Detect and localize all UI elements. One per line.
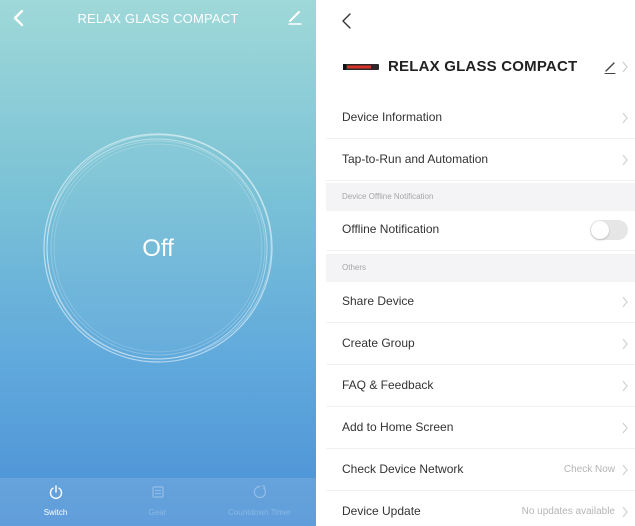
row-label: Create Group bbox=[342, 336, 415, 350]
back-icon[interactable] bbox=[338, 10, 358, 32]
edit-icon[interactable] bbox=[602, 59, 618, 75]
power-icon bbox=[49, 485, 62, 499]
row-label: FAQ & Feedback bbox=[342, 378, 434, 392]
offline-notification-toggle[interactable] bbox=[590, 220, 628, 240]
device-header-row[interactable]: RELAX GLASS COMPACT bbox=[326, 48, 635, 88]
screen: RELAX GLASS COMPACT Off Switch Gear Coun… bbox=[0, 0, 635, 526]
timer-icon bbox=[253, 484, 266, 499]
tab-gear[interactable]: Gear bbox=[105, 478, 210, 526]
chevron-right-icon bbox=[622, 380, 628, 392]
row-create-group[interactable]: Create Group bbox=[326, 323, 635, 365]
row-label: Offline Notification bbox=[342, 222, 440, 236]
control-header: RELAX GLASS COMPACT bbox=[0, 0, 316, 40]
row-device-information[interactable]: Device Information bbox=[326, 97, 635, 139]
row-label: Share Device bbox=[342, 294, 415, 308]
chevron-right-icon bbox=[622, 464, 628, 476]
chevron-right-icon bbox=[622, 296, 628, 308]
row-value: Check Now bbox=[563, 464, 615, 475]
gear-list-icon bbox=[151, 486, 164, 498]
row-share-device[interactable]: Share Device bbox=[326, 281, 635, 323]
section-header-offline: Device Offline Notification bbox=[326, 183, 635, 211]
chevron-right-icon bbox=[622, 506, 628, 518]
row-label: Device Update bbox=[342, 504, 421, 518]
power-state-label: Off bbox=[142, 235, 174, 262]
row-label: Add to Home Screen bbox=[342, 420, 454, 434]
device-name: RELAX GLASS COMPACT bbox=[388, 58, 578, 75]
section-label: Others bbox=[342, 263, 367, 272]
row-faq-feedback[interactable]: FAQ & Feedback bbox=[326, 365, 635, 407]
row-offline-notification: Offline Notification bbox=[326, 209, 635, 251]
row-label: Tap-to-Run and Automation bbox=[342, 152, 489, 166]
row-add-to-home-screen[interactable]: Add to Home Screen bbox=[326, 407, 635, 449]
toggle-knob bbox=[591, 221, 609, 239]
chevron-right-icon bbox=[622, 112, 628, 124]
row-value: No updates available bbox=[521, 506, 615, 517]
chevron-right-icon bbox=[622, 338, 628, 350]
chevron-right-icon bbox=[622, 154, 628, 166]
edit-icon[interactable] bbox=[286, 8, 304, 26]
control-title: RELAX GLASS COMPACT bbox=[77, 11, 239, 26]
tab-switch[interactable]: Switch bbox=[3, 478, 108, 526]
section-label: Device Offline Notification bbox=[342, 192, 434, 201]
chevron-right-icon bbox=[622, 61, 628, 73]
control-tab-bar: Switch Gear Countdown Timer bbox=[0, 478, 316, 526]
device-settings-panel: RELAX GLASS COMPACT Device Information T… bbox=[326, 0, 635, 526]
section-header-others: Others bbox=[326, 254, 635, 282]
device-control-panel: RELAX GLASS COMPACT Off Switch Gear Coun… bbox=[0, 0, 316, 526]
tab-countdown[interactable]: Countdown Timer bbox=[207, 478, 312, 526]
heater-thumbnail-icon bbox=[343, 64, 379, 70]
chevron-right-icon bbox=[622, 422, 628, 434]
row-label: Device Information bbox=[342, 110, 443, 124]
tab-label: Countdown Timer bbox=[228, 508, 291, 517]
row-tap-to-run[interactable]: Tap-to-Run and Automation bbox=[326, 139, 635, 181]
row-check-device-network[interactable]: Check Device Network Check Now bbox=[326, 449, 635, 491]
tab-label: Switch bbox=[43, 508, 68, 517]
tab-label: Gear bbox=[148, 508, 167, 517]
row-device-update[interactable]: Device Update No updates available bbox=[326, 491, 635, 526]
row-label: Check Device Network bbox=[342, 462, 464, 476]
